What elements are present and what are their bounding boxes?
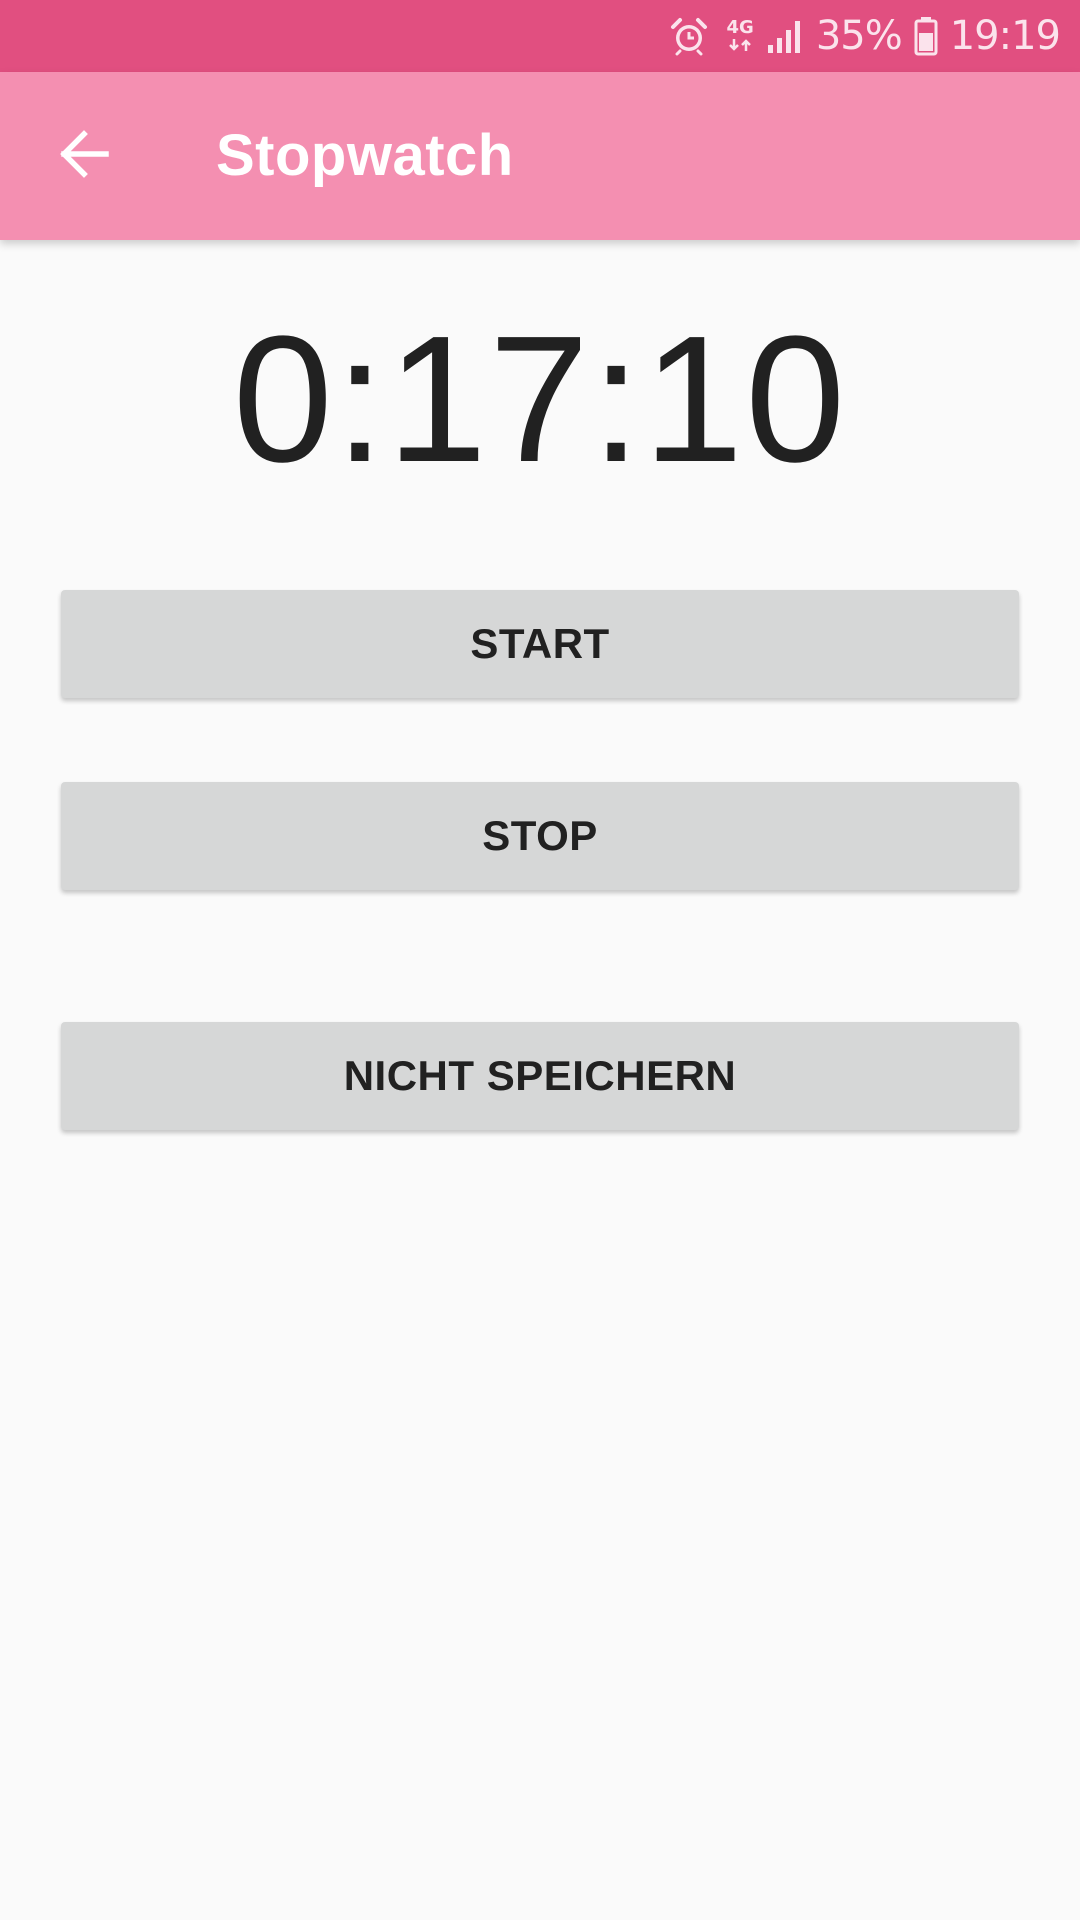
status-bar: 4G 35% 19:19 (0, 0, 1080, 72)
stop-button[interactable]: STOP (61, 782, 1019, 890)
timer-display: 0:17:10 (232, 299, 848, 500)
alarm-icon (669, 16, 709, 56)
battery-percent: 35% (815, 13, 903, 59)
network-4g-icon: 4G (727, 19, 754, 53)
arrow-back-icon (58, 128, 110, 185)
start-button[interactable]: START (61, 590, 1019, 698)
clock: 19:19 (949, 13, 1061, 59)
page-title: Stopwatch (216, 123, 514, 188)
status-icons: 4G 35% 19:19 (669, 0, 1061, 72)
app-bar: Stopwatch (0, 72, 1080, 240)
dont-save-button[interactable]: NICHT SPEICHERN (61, 1022, 1019, 1130)
back-button[interactable] (44, 116, 124, 196)
battery-icon (914, 16, 938, 56)
signal-icon (766, 17, 804, 55)
network-label: 4G (726, 17, 754, 38)
